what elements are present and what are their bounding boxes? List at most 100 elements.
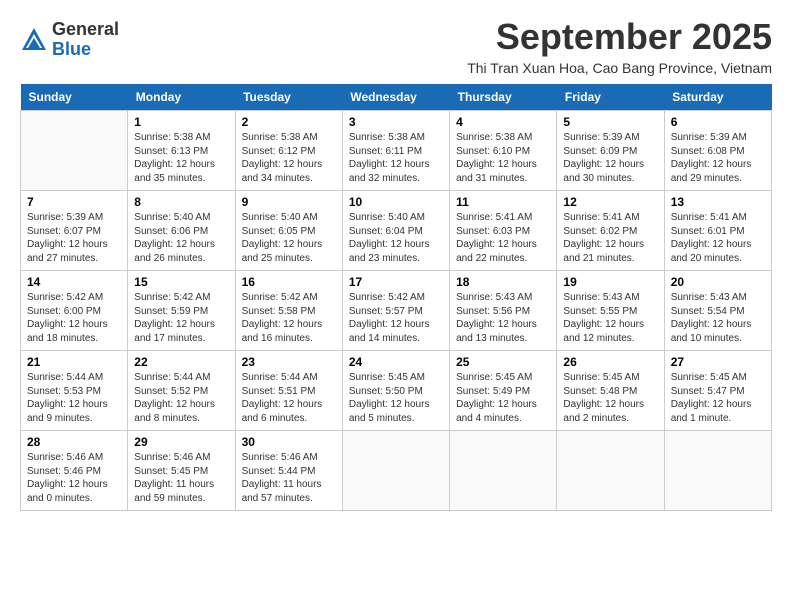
calendar-week-row: 7 Sunrise: 5:39 AM Sunset: 6:07 PM Daylig… (21, 191, 772, 271)
weekday-header-friday: Friday (557, 84, 664, 111)
calendar-cell: 19Sunrise: 5:43 AM Sunset: 5:55 PM Dayli… (557, 271, 664, 351)
day-info: Sunrise: 5:38 AM Sunset: 6:10 PM Dayligh… (456, 131, 550, 185)
day-info: Sunrise: 5:40 AM Sunset: 6:04 PM Dayligh… (349, 211, 443, 265)
calendar-table: SundayMondayTuesdayWednesdayThursdayFrid… (20, 84, 772, 511)
calendar-week-row: 14 Sunrise: 5:42 AM Sunset: 6:00 PM Dayli… (21, 271, 772, 351)
day-info: Sunrise: 5:42 AM Sunset: 5:59 PM Dayligh… (134, 291, 228, 345)
logo: General Blue (20, 20, 119, 60)
calendar-week-row: 21Sunrise: 5:44 AM Sunset: 5:53 PM Dayli… (21, 351, 772, 431)
calendar-cell: 17Sunrise: 5:42 AM Sunset: 5:57 PM Dayli… (342, 271, 449, 351)
day-info: Sunrise: 5:39 AM Sunset: 6:07 PM Dayligh… (27, 211, 121, 265)
day-info: Sunrise: 5:38 AM Sunset: 6:13 PM Dayligh… (134, 131, 228, 185)
day-number: 6 (671, 115, 765, 129)
calendar-cell: 12 Sunrise: 5:41 AM Sunset: 6:02 PM Dayli… (557, 191, 664, 271)
day-info: Sunrise: 5:40 AM Sunset: 6:06 PM Dayligh… (134, 211, 228, 265)
calendar-cell: 11 Sunrise: 5:41 AM Sunset: 6:03 PM Dayli… (450, 191, 557, 271)
calendar-cell: 27Sunrise: 5:45 AM Sunset: 5:47 PM Dayli… (664, 351, 771, 431)
logo-blue-text: Blue (52, 40, 119, 60)
day-number: 8 (134, 195, 228, 209)
calendar-cell: 9 Sunrise: 5:40 AM Sunset: 6:05 PM Daylig… (235, 191, 342, 271)
location-subtitle: Thi Tran Xuan Hoa, Cao Bang Province, Vi… (467, 60, 772, 76)
day-info: Sunrise: 5:41 AM Sunset: 6:02 PM Dayligh… (563, 211, 657, 265)
calendar-cell (664, 431, 771, 511)
day-number: 16 (242, 275, 336, 289)
day-number: 3 (349, 115, 443, 129)
logo-icon (20, 26, 48, 54)
weekday-header-monday: Monday (128, 84, 235, 111)
day-number: 1 (134, 115, 228, 129)
calendar-cell: 21Sunrise: 5:44 AM Sunset: 5:53 PM Dayli… (21, 351, 128, 431)
day-info: Sunrise: 5:41 AM Sunset: 6:01 PM Dayligh… (671, 211, 765, 265)
calendar-cell: 22 Sunrise: 5:44 AM Sunset: 5:52 PM Dayli… (128, 351, 235, 431)
day-info: Sunrise: 5:45 AM Sunset: 5:50 PM Dayligh… (349, 371, 443, 425)
day-info: Sunrise: 5:40 AM Sunset: 6:05 PM Dayligh… (242, 211, 336, 265)
day-number: 14 (27, 275, 121, 289)
calendar-cell: 24 Sunrise: 5:45 AM Sunset: 5:50 PM Dayli… (342, 351, 449, 431)
day-info: Sunrise: 5:42 AM Sunset: 5:58 PM Dayligh… (242, 291, 336, 345)
day-number: 12 (563, 195, 657, 209)
header: General Blue September 2025 Thi Tran Xua… (20, 16, 772, 76)
day-number: 30 (242, 435, 336, 449)
day-info: Sunrise: 5:46 AM Sunset: 5:44 PM Dayligh… (242, 451, 336, 505)
day-info: Sunrise: 5:44 AM Sunset: 5:53 PM Dayligh… (27, 371, 121, 425)
day-number: 15 (134, 275, 228, 289)
calendar-cell: 18Sunrise: 5:43 AM Sunset: 5:56 PM Dayli… (450, 271, 557, 351)
day-info: Sunrise: 5:42 AM Sunset: 5:57 PM Dayligh… (349, 291, 443, 345)
weekday-header-saturday: Saturday (664, 84, 771, 111)
logo-general-text: General (52, 20, 119, 40)
day-number: 27 (671, 355, 765, 369)
day-info: Sunrise: 5:45 AM Sunset: 5:48 PM Dayligh… (563, 371, 657, 425)
day-info: Sunrise: 5:41 AM Sunset: 6:03 PM Dayligh… (456, 211, 550, 265)
calendar-cell: 8 Sunrise: 5:40 AM Sunset: 6:06 PM Daylig… (128, 191, 235, 271)
day-info: Sunrise: 5:42 AM Sunset: 6:00 PM Dayligh… (27, 291, 121, 345)
calendar-cell: 3 Sunrise: 5:38 AM Sunset: 6:11 PM Daylig… (342, 111, 449, 191)
calendar-cell: 7 Sunrise: 5:39 AM Sunset: 6:07 PM Daylig… (21, 191, 128, 271)
title-area: September 2025 Thi Tran Xuan Hoa, Cao Ba… (467, 16, 772, 76)
day-number: 9 (242, 195, 336, 209)
day-number: 19 (563, 275, 657, 289)
day-info: Sunrise: 5:44 AM Sunset: 5:51 PM Dayligh… (242, 371, 336, 425)
calendar-cell: 4Sunrise: 5:38 AM Sunset: 6:10 PM Daylig… (450, 111, 557, 191)
calendar-cell (342, 431, 449, 511)
day-number: 22 (134, 355, 228, 369)
day-number: 23 (242, 355, 336, 369)
day-info: Sunrise: 5:45 AM Sunset: 5:49 PM Dayligh… (456, 371, 550, 425)
month-title: September 2025 (467, 16, 772, 58)
day-number: 11 (456, 195, 550, 209)
day-info: Sunrise: 5:46 AM Sunset: 5:45 PM Dayligh… (134, 451, 228, 505)
day-number: 2 (242, 115, 336, 129)
calendar-cell: 28Sunrise: 5:46 AM Sunset: 5:46 PM Dayli… (21, 431, 128, 511)
calendar-cell (21, 111, 128, 191)
day-number: 13 (671, 195, 765, 209)
day-number: 5 (563, 115, 657, 129)
day-number: 24 (349, 355, 443, 369)
weekday-header-sunday: Sunday (21, 84, 128, 111)
calendar-week-row: 1 Sunrise: 5:38 AM Sunset: 6:13 PM Daylig… (21, 111, 772, 191)
calendar-cell: 20 Sunrise: 5:43 AM Sunset: 5:54 PM Dayli… (664, 271, 771, 351)
day-info: Sunrise: 5:44 AM Sunset: 5:52 PM Dayligh… (134, 371, 228, 425)
day-info: Sunrise: 5:46 AM Sunset: 5:46 PM Dayligh… (27, 451, 121, 505)
calendar-cell: 30 Sunrise: 5:46 AM Sunset: 5:44 PM Dayli… (235, 431, 342, 511)
day-info: Sunrise: 5:38 AM Sunset: 6:12 PM Dayligh… (242, 131, 336, 185)
day-info: Sunrise: 5:43 AM Sunset: 5:54 PM Dayligh… (671, 291, 765, 345)
calendar-cell: 16 Sunrise: 5:42 AM Sunset: 5:58 PM Dayli… (235, 271, 342, 351)
calendar-cell: 10 Sunrise: 5:40 AM Sunset: 6:04 PM Dayli… (342, 191, 449, 271)
day-info: Sunrise: 5:39 AM Sunset: 6:09 PM Dayligh… (563, 131, 657, 185)
calendar-cell: 2 Sunrise: 5:38 AM Sunset: 6:12 PM Daylig… (235, 111, 342, 191)
day-number: 29 (134, 435, 228, 449)
calendar-cell: 14 Sunrise: 5:42 AM Sunset: 6:00 PM Dayli… (21, 271, 128, 351)
calendar-cell (557, 431, 664, 511)
day-info: Sunrise: 5:38 AM Sunset: 6:11 PM Dayligh… (349, 131, 443, 185)
weekday-header-wednesday: Wednesday (342, 84, 449, 111)
day-info: Sunrise: 5:39 AM Sunset: 6:08 PM Dayligh… (671, 131, 765, 185)
calendar-week-row: 28Sunrise: 5:46 AM Sunset: 5:46 PM Dayli… (21, 431, 772, 511)
calendar-cell: 25Sunrise: 5:45 AM Sunset: 5:49 PM Dayli… (450, 351, 557, 431)
day-number: 10 (349, 195, 443, 209)
day-number: 18 (456, 275, 550, 289)
weekday-header-thursday: Thursday (450, 84, 557, 111)
weekday-header-row: SundayMondayTuesdayWednesdayThursdayFrid… (21, 84, 772, 111)
calendar-cell: 1 Sunrise: 5:38 AM Sunset: 6:13 PM Daylig… (128, 111, 235, 191)
day-number: 7 (27, 195, 121, 209)
calendar-cell: 6 Sunrise: 5:39 AM Sunset: 6:08 PM Daylig… (664, 111, 771, 191)
day-number: 20 (671, 275, 765, 289)
